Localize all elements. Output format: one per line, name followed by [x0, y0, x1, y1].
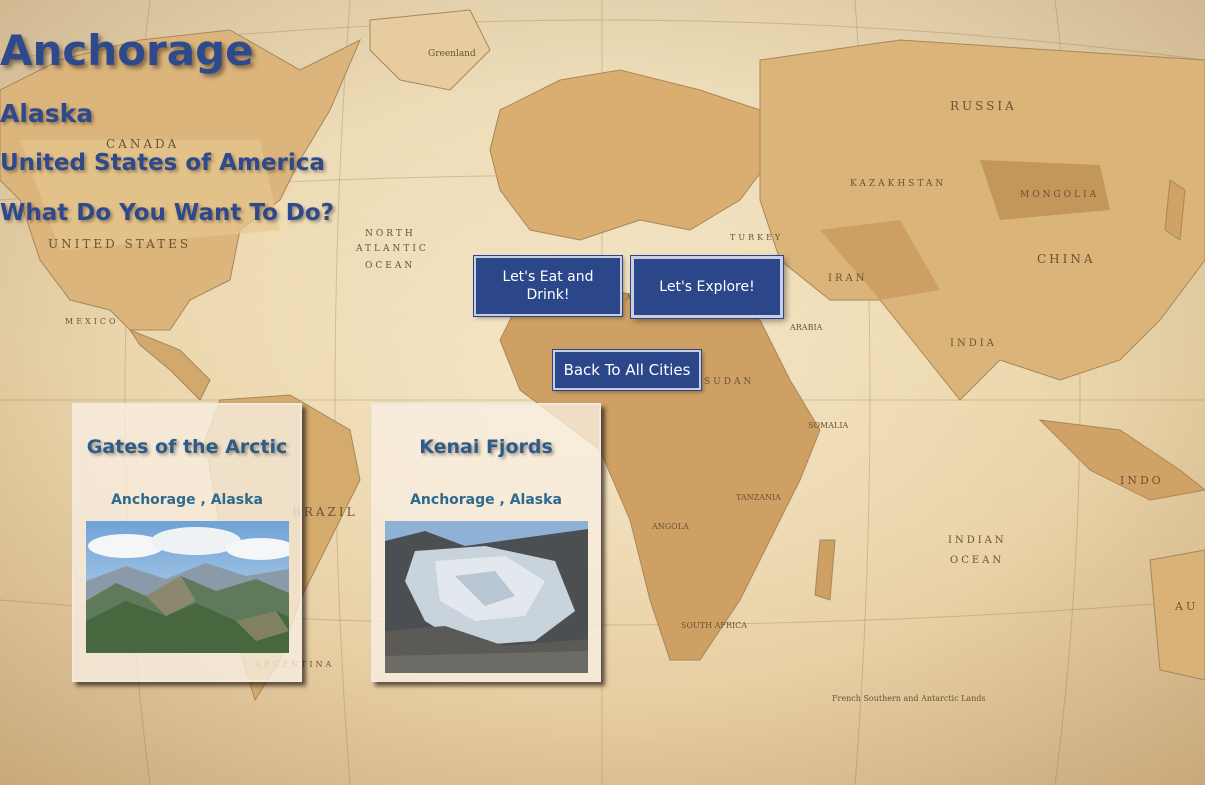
question-title: What Do You Want To Do?	[0, 200, 335, 226]
attraction-card-gates-of-the-arctic[interactable]: Gates of the Arctic Anchorage , Alaska	[72, 403, 302, 682]
map-label-south-africa: SOUTH AFRICA	[681, 621, 747, 630]
mountain-landscape-photo	[86, 521, 289, 653]
map-label-au: AU	[1174, 600, 1198, 613]
eat-and-drink-label: Let's Eat and Drink!	[502, 269, 594, 303]
map-label-atlantic: ATLANTIC	[355, 244, 429, 254]
map-label-french-southern: French Southern and Antarctic Lands	[832, 694, 986, 703]
state-title: Alaska	[0, 99, 94, 128]
explore-label: Let's Explore!	[659, 279, 755, 295]
card-title: Gates of the Arctic	[86, 436, 288, 458]
map-label-turkey: TURKEY	[730, 233, 783, 242]
map-label-tanzania: TANZANIA	[736, 493, 781, 502]
glacier-photo	[385, 521, 588, 673]
map-label-canada: CANADA	[106, 137, 179, 151]
map-label-sudan: SUDAN	[704, 377, 754, 387]
map-label-indian-ocean: OCEAN	[950, 555, 1004, 566]
map-label-indian: INDIAN	[948, 535, 1007, 546]
map-label-kazakhstan: KAZAKHSTAN	[850, 179, 946, 189]
card-location: Anchorage , Alaska	[410, 492, 562, 508]
back-to-all-cities-button[interactable]: Back To All Cities	[552, 349, 702, 391]
map-label-somalia: SOMALIA	[808, 421, 848, 430]
map-label-north: NORTH	[365, 229, 416, 239]
map-label-indonesia: INDO	[1120, 474, 1164, 487]
map-label-india: INDIA	[950, 338, 997, 349]
card-title: Kenai Fjords	[419, 436, 553, 458]
city-title: Anchorage	[0, 26, 254, 75]
map-label-mongolia: MONGOLIA	[1020, 190, 1099, 200]
country-title: United States of America	[0, 150, 325, 176]
map-label-arabia: ARABIA	[789, 323, 823, 332]
back-label: Back To All Cities	[563, 361, 691, 379]
eat-and-drink-button[interactable]: Let's Eat and Drink!	[473, 255, 623, 317]
map-label-angola: ANGOLA	[651, 522, 689, 531]
map-label-mexico: MEXICO	[65, 317, 119, 326]
map-label-iran: IRAN	[828, 273, 867, 284]
map-label-united-states: UNITED STATES	[48, 237, 191, 251]
explore-button[interactable]: Let's Explore!	[630, 255, 784, 319]
map-label-ocean: OCEAN	[365, 261, 415, 271]
map-label-china: CHINA	[1037, 252, 1096, 266]
card-location: Anchorage , Alaska	[111, 492, 263, 508]
attraction-card-kenai-fjords[interactable]: Kenai Fjords Anchorage , Alaska	[371, 403, 601, 682]
